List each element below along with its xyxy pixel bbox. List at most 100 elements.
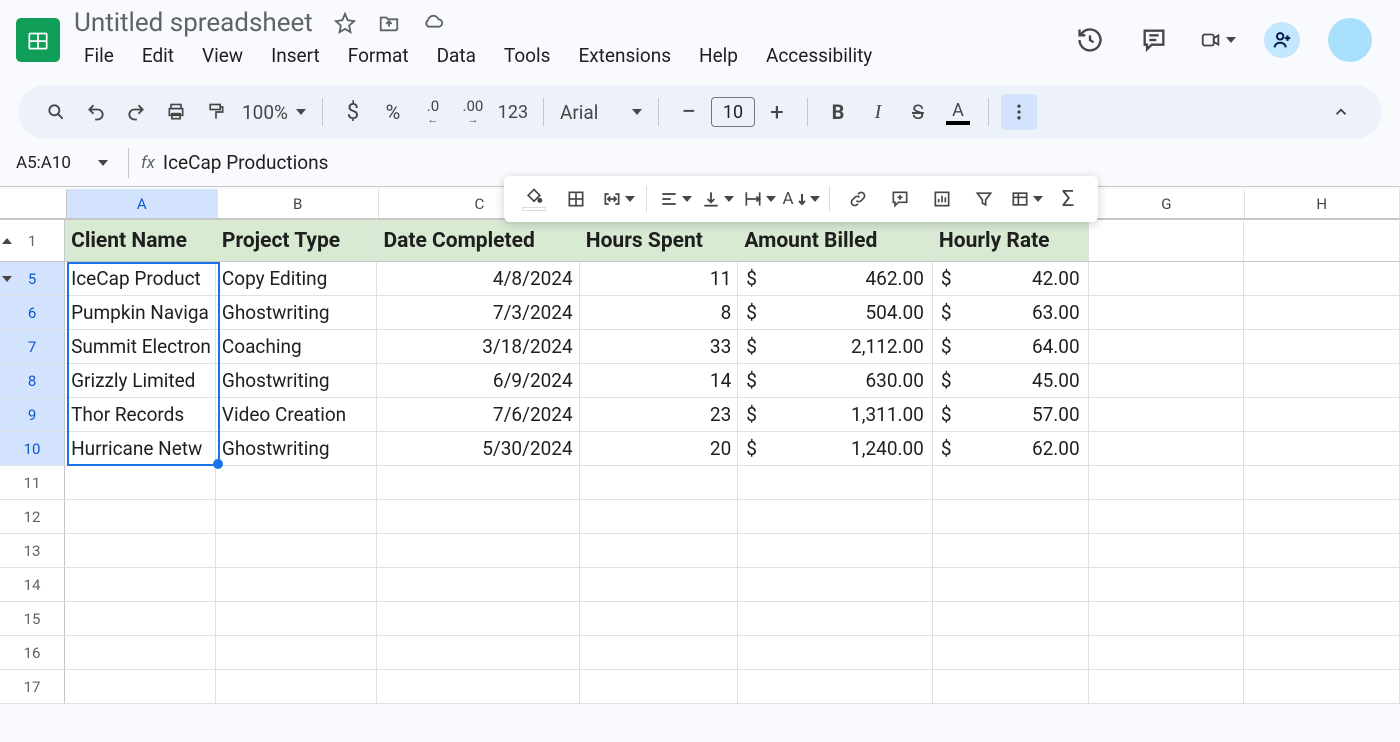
cell[interactable] — [580, 602, 739, 636]
account-avatar[interactable] — [1328, 18, 1372, 62]
row-header[interactable]: 12 — [0, 500, 65, 534]
cell[interactable] — [738, 636, 933, 670]
cell[interactable] — [580, 466, 739, 500]
row-header[interactable]: 14 — [0, 568, 65, 602]
history-icon[interactable] — [1072, 22, 1108, 58]
cell[interactable] — [933, 500, 1089, 534]
menu-help[interactable]: Help — [687, 40, 750, 71]
menu-insert[interactable]: Insert — [259, 40, 332, 71]
cell[interactable] — [738, 466, 933, 500]
cell[interactable] — [1089, 602, 1245, 636]
formula-input[interactable]: IceCap Productions — [163, 151, 1400, 174]
sheets-logo[interactable] — [16, 18, 60, 62]
header-hourly-rate[interactable]: Hourly Rate — [933, 219, 1089, 262]
cell-client[interactable]: Thor Records — [65, 398, 216, 432]
borders-icon[interactable] — [556, 181, 596, 217]
cell[interactable] — [216, 670, 378, 704]
cell[interactable] — [377, 636, 579, 670]
font-dropdown[interactable]: Arial — [556, 101, 646, 124]
cell-empty[interactable] — [1244, 432, 1400, 466]
cell[interactable] — [1089, 636, 1245, 670]
row-header[interactable]: 11 — [0, 466, 65, 500]
cell-amount[interactable]: $2,112.00 — [738, 330, 933, 364]
row-header-1[interactable]: 1 — [0, 219, 65, 262]
cell-rate[interactable]: $62.00 — [933, 432, 1089, 466]
menu-tools[interactable]: Tools — [492, 40, 563, 71]
cell[interactable] — [933, 534, 1089, 568]
horizontal-align-icon[interactable] — [655, 181, 695, 217]
font-size-input[interactable]: 10 — [711, 97, 755, 127]
increase-font-icon[interactable]: + — [759, 94, 795, 130]
insert-chart-icon[interactable] — [922, 181, 962, 217]
row-header[interactable]: 8 — [0, 364, 65, 398]
cell[interactable] — [216, 534, 378, 568]
cell[interactable] — [1244, 670, 1400, 704]
menu-view[interactable]: View — [190, 40, 255, 71]
cell[interactable] — [65, 636, 216, 670]
cell-hours[interactable]: 33 — [580, 330, 739, 364]
star-icon[interactable] — [331, 9, 359, 37]
strikethrough-icon[interactable]: S — [900, 94, 936, 130]
header-date-completed[interactable]: Date Completed — [377, 219, 579, 262]
cell[interactable] — [216, 602, 378, 636]
menu-edit[interactable]: Edit — [130, 40, 186, 71]
cell-empty[interactable] — [1244, 364, 1400, 398]
redo-icon[interactable] — [118, 94, 154, 130]
increase-decimal-icon[interactable]: .00→ — [455, 94, 491, 130]
cell[interactable] — [738, 602, 933, 636]
cell-date[interactable]: 6/9/2024 — [377, 364, 579, 398]
italic-icon[interactable]: I — [860, 94, 896, 130]
cell[interactable] — [65, 534, 216, 568]
cell-amount[interactable]: $1,240.00 — [738, 432, 933, 466]
cell-empty[interactable] — [1089, 296, 1245, 330]
select-all-corner[interactable] — [0, 189, 67, 219]
cell[interactable] — [933, 466, 1089, 500]
cell-project[interactable]: Ghostwriting — [216, 364, 378, 398]
text-rotation-icon[interactable]: A — [781, 181, 821, 217]
percent-icon[interactable]: % — [375, 94, 411, 130]
cell[interactable] — [933, 568, 1089, 602]
cell-rate[interactable]: $42.00 — [933, 262, 1089, 296]
cell[interactable] — [580, 670, 739, 704]
cell-empty[interactable] — [1244, 398, 1400, 432]
text-color-icon[interactable]: A — [940, 94, 976, 130]
cell-hours[interactable]: 8 — [580, 296, 739, 330]
cell[interactable] — [933, 636, 1089, 670]
cell[interactable] — [933, 670, 1089, 704]
header-client-name[interactable]: Client Name — [65, 219, 216, 262]
row-group-expand-icon[interactable] — [2, 238, 12, 244]
cell-date[interactable]: 5/30/2024 — [377, 432, 579, 466]
cell-empty[interactable] — [1244, 262, 1400, 296]
vertical-align-icon[interactable] — [697, 181, 737, 217]
header-empty-h[interactable] — [1244, 219, 1400, 262]
cell[interactable] — [1244, 602, 1400, 636]
doc-title[interactable]: Untitled spreadsheet — [68, 8, 319, 38]
col-header-h[interactable]: H — [1245, 189, 1400, 218]
cell[interactable] — [377, 670, 579, 704]
cell-empty[interactable] — [1089, 262, 1245, 296]
cell-empty[interactable] — [1244, 330, 1400, 364]
cell-hours[interactable]: 11 — [580, 262, 739, 296]
menu-data[interactable]: Data — [425, 40, 488, 71]
cell[interactable] — [216, 466, 378, 500]
cell-rate[interactable]: $63.00 — [933, 296, 1089, 330]
currency-icon[interactable]: $ — [335, 94, 371, 130]
merge-cells-icon[interactable] — [598, 181, 638, 217]
comment-icon[interactable] — [1136, 22, 1172, 58]
text-wrap-icon[interactable] — [739, 181, 779, 217]
cell-date[interactable]: 7/6/2024 — [377, 398, 579, 432]
meet-icon[interactable] — [1200, 22, 1236, 58]
name-box[interactable]: A5:A10 — [16, 153, 116, 173]
cell-hours[interactable]: 20 — [580, 432, 739, 466]
cell-empty[interactable] — [1089, 432, 1245, 466]
cloud-icon[interactable] — [419, 9, 447, 37]
functions-icon[interactable]: Σ — [1048, 181, 1088, 217]
cell-empty[interactable] — [1089, 364, 1245, 398]
header-hours-spent[interactable]: Hours Spent — [580, 219, 739, 262]
cell[interactable] — [1089, 534, 1245, 568]
cell[interactable] — [65, 670, 216, 704]
cell[interactable] — [738, 534, 933, 568]
col-header-b[interactable]: B — [218, 189, 379, 218]
menu-file[interactable]: File — [72, 40, 126, 71]
move-icon[interactable] — [375, 9, 403, 37]
